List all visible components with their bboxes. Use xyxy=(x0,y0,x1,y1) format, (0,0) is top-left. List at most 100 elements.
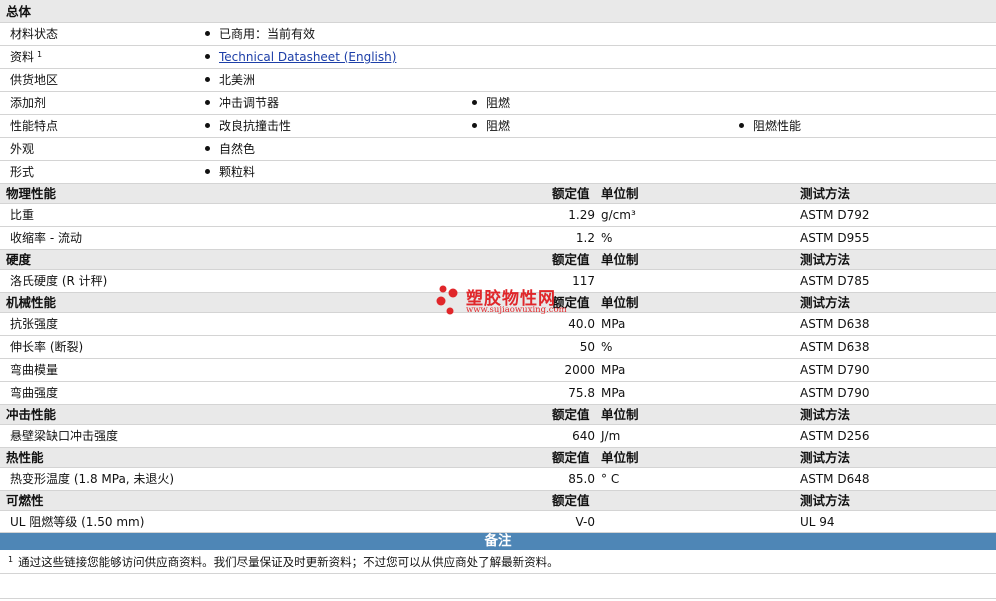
table-row: 悬壁梁缺口冲击强度 640 J/m ASTM D256 xyxy=(0,425,996,448)
watermark-url: www.sujiaowuxing.com xyxy=(466,305,567,315)
footnote-mark: 1 xyxy=(8,555,14,564)
property-unit: % xyxy=(601,340,613,354)
test-method: UL 94 xyxy=(800,515,835,529)
property-value: 50 xyxy=(579,340,595,354)
notes-title: 备注 xyxy=(484,533,512,549)
row-label: 材料状态 xyxy=(10,27,59,41)
test-method: ASTM D790 xyxy=(800,363,870,377)
general-row-features: 性能特点 改良抗撞击性 阻燃 阻燃性能 xyxy=(0,115,996,138)
list-item: 自然色 xyxy=(205,138,255,160)
section-title: 硬度 xyxy=(6,252,32,267)
property-unit: J/m xyxy=(601,429,621,443)
property-name: 抗张强度 xyxy=(10,317,59,331)
list-item: 阻燃 xyxy=(472,115,510,137)
bullet-icon xyxy=(472,123,477,128)
col-header-nominal: 额定值 xyxy=(552,186,590,201)
list-item: 已商用：当前有效 xyxy=(205,23,315,45)
footer-spacer xyxy=(0,574,996,599)
property-name: 弯曲强度 xyxy=(10,386,59,400)
bullet-icon xyxy=(205,169,210,174)
col-header-unit: 单位制 xyxy=(601,252,639,267)
col-header-unit: 单位制 xyxy=(601,186,639,201)
col-header-unit: 单位制 xyxy=(601,407,639,422)
general-row-status: 材料状态 已商用：当前有效 xyxy=(0,23,996,46)
test-method: ASTM D955 xyxy=(800,231,870,245)
col-header-unit: 单位制 xyxy=(601,450,639,465)
bullet-icon xyxy=(472,100,477,105)
col-header-method: 测试方法 xyxy=(800,295,851,310)
property-value: 85.0 xyxy=(568,472,595,486)
col-header-nominal: 额定值 xyxy=(552,493,590,508)
property-value: 2000 xyxy=(564,363,595,377)
property-value: 1.2 xyxy=(575,231,595,245)
table-row: UL 阻燃等级 (1.50 mm) V-0 UL 94 xyxy=(0,511,996,533)
col-header-method: 测试方法 xyxy=(800,450,851,465)
section-header-general: 总体 xyxy=(0,0,996,23)
table-row: 弯曲模量 2000 MPa ASTM D790 xyxy=(0,359,996,382)
property-name: 比重 xyxy=(10,208,35,222)
general-row-form: 形式 颗粒料 xyxy=(0,161,996,184)
property-value: V-0 xyxy=(575,515,595,529)
property-name: 收缩率 - 流动 xyxy=(10,231,82,245)
property-name: UL 阻燃等级 (1.50 mm) xyxy=(10,515,145,529)
col-header-nominal: 额定值 xyxy=(552,450,590,465)
row-label: 供货地区 xyxy=(10,73,59,87)
technical-datasheet-link[interactable]: Technical Datasheet (English) xyxy=(219,50,396,64)
section-header-thermal: 热性能 额定值 单位制 测试方法 xyxy=(0,448,996,468)
list-item: 颗粒料 xyxy=(205,161,255,183)
property-name: 伸长率 (断裂) xyxy=(10,340,84,354)
property-unit: % xyxy=(601,231,613,245)
table-row: 弯曲强度 75.8 MPa ASTM D790 xyxy=(0,382,996,405)
bullet-icon xyxy=(739,123,744,128)
section-header-physical: 物理性能 额定值 单位制 测试方法 xyxy=(0,184,996,204)
table-row: 热变形温度 (1.8 MPa, 未退火) 85.0 ° C ASTM D648 xyxy=(0,468,996,491)
section-header-flammability: 可燃性 额定值 测试方法 xyxy=(0,491,996,511)
property-name: 热变形温度 (1.8 MPa, 未退火) xyxy=(10,472,175,486)
list-item: 阻燃 xyxy=(472,92,510,114)
bullet-icon xyxy=(205,123,210,128)
property-unit: MPa xyxy=(601,317,626,331)
col-header-method: 测试方法 xyxy=(800,252,851,267)
bullet-icon xyxy=(205,146,210,151)
col-header-method: 测试方法 xyxy=(800,493,851,508)
footnote: 1 通过这些链接您能够访问供应商资料。我们尽量保证及时更新资料；不过您可以从供应商… xyxy=(8,550,559,574)
property-value: 640 xyxy=(572,429,595,443)
property-name: 洛氏硬度 (R 计秤) xyxy=(10,274,108,288)
property-name: 弯曲模量 xyxy=(10,363,59,377)
general-row-additives: 添加剂 冲击调节器 阻燃 xyxy=(0,92,996,115)
row-label: 性能特点 xyxy=(10,119,59,133)
table-row: 比重 1.29 g/cm³ ASTM D792 xyxy=(0,204,996,227)
footnote-row: 1 通过这些链接您能够访问供应商资料。我们尽量保证及时更新资料；不过您可以从供应商… xyxy=(0,550,996,574)
test-method: ASTM D648 xyxy=(800,472,870,486)
row-label: 资料 1 xyxy=(10,50,43,64)
col-header-method: 测试方法 xyxy=(800,407,851,422)
test-method: ASTM D790 xyxy=(800,386,870,400)
bullet-icon xyxy=(205,54,210,59)
watermark-dots-icon xyxy=(436,285,458,315)
section-title: 冲击性能 xyxy=(6,407,57,422)
section-header-hardness: 硬度 额定值 单位制 测试方法 xyxy=(0,250,996,270)
section-title: 总体 xyxy=(6,4,32,19)
list-item: 冲击调节器 xyxy=(205,92,279,114)
property-name: 悬壁梁缺口冲击强度 xyxy=(10,429,119,443)
property-unit: ° C xyxy=(601,472,620,486)
general-row-docs: 资料 1 Technical Datasheet (English) xyxy=(0,46,996,69)
row-label: 添加剂 xyxy=(10,96,47,110)
property-value: 75.8 xyxy=(568,386,595,400)
property-unit: MPa xyxy=(601,363,626,377)
row-label: 外观 xyxy=(10,142,35,156)
test-method: ASTM D638 xyxy=(800,317,870,331)
table-row: 伸长率 (断裂) 50 % ASTM D638 xyxy=(0,336,996,359)
property-unit: g/cm³ xyxy=(601,208,636,222)
list-item: Technical Datasheet (English) xyxy=(205,46,396,68)
general-row-appearance: 外观 自然色 xyxy=(0,138,996,161)
test-method: ASTM D638 xyxy=(800,340,870,354)
general-row-region: 供货地区 北美洲 xyxy=(0,69,996,92)
property-unit: MPa xyxy=(601,386,626,400)
bullet-icon xyxy=(205,77,210,82)
col-header-method: 测试方法 xyxy=(800,186,851,201)
section-title: 机械性能 xyxy=(6,295,57,310)
test-method: ASTM D256 xyxy=(800,429,870,443)
col-header-unit: 单位制 xyxy=(601,295,639,310)
watermark-logo: 塑胶物性网 www.sujiaowuxing.com xyxy=(436,284,596,318)
